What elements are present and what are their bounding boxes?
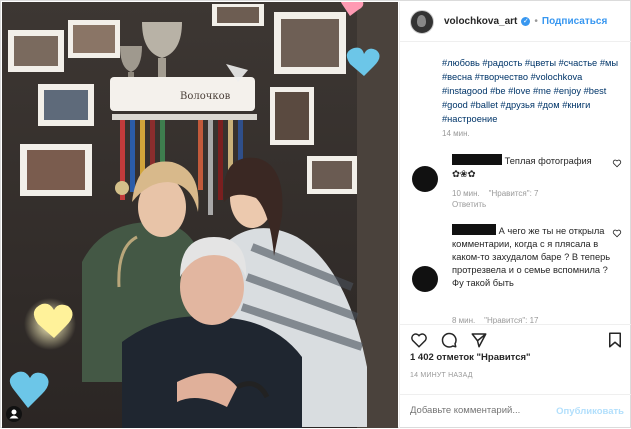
comment-text: А чего же ты не открыла комментарии, ког… [452,226,611,288]
comment-meta: 10 мин. "Нравится": 7 [452,189,539,198]
instagram-post: Волочков volochkova_art ✓ • Подписаться … [0,0,631,428]
verified-badge-icon: ✓ [521,17,531,26]
caption-time[interactable]: 14 мин. [442,129,470,138]
comment-time[interactable]: 10 мин. [452,189,480,198]
follow-button[interactable]: Подписаться [542,16,607,27]
comment-meta: 8 мин. "Нравится": 17 [452,316,539,324]
comment-time[interactable]: 8 мин. [452,316,475,324]
comment-avatar[interactable] [412,266,438,292]
sign-text: Волочков [180,91,231,102]
post-timestamp[interactable]: 14 МИНУТ НАЗАД [410,372,473,379]
heart-icon[interactable] [410,331,428,349]
reply-button[interactable]: Ответить [452,200,486,209]
comment-username-redacted[interactable] [452,154,502,165]
comments-list[interactable]: #любовь #радость #цветы #счастье #мы #ве… [400,42,631,324]
share-icon[interactable] [470,331,488,349]
comment-item: А чего же ты не открыла комментарии, ког… [452,224,622,290]
separator-dot: • [534,16,538,27]
post-photo[interactable]: Волочков [2,2,398,428]
add-comment-bar: Опубликовать [400,394,631,429]
comment-avatar[interactable] [412,166,438,192]
heart-icon[interactable] [612,158,622,168]
caption-hashtags[interactable]: #любовь #радость #цветы #счастье #мы #ве… [442,56,626,126]
comment-item: Теплая фотография ✿❀✿ [452,154,622,181]
avatar[interactable] [410,9,434,34]
publish-button[interactable]: Опубликовать [556,406,624,417]
action-bar [400,324,631,353]
heart-icon[interactable] [612,228,622,238]
comment-likes[interactable]: "Нравится": 7 [489,189,539,198]
comment-emoji: ✿❀✿ [452,169,476,179]
post-side-panel: volochkova_art ✓ • Подписаться #любовь #… [399,2,631,428]
bookmark-icon[interactable] [606,331,624,349]
comment-text: Теплая фотография [504,156,592,166]
comment-username-redacted[interactable] [452,224,496,235]
comment-input[interactable] [410,405,550,416]
comment-icon[interactable] [440,331,458,349]
comment-likes[interactable]: "Нравится": 17 [484,316,538,324]
user-tag-icon[interactable] [6,406,22,422]
post-header: volochkova_art ✓ • Подписаться [400,2,631,42]
likes-count[interactable]: 1 402 отметок "Нравится" [410,352,531,363]
username-link[interactable]: volochkova_art [444,16,517,27]
